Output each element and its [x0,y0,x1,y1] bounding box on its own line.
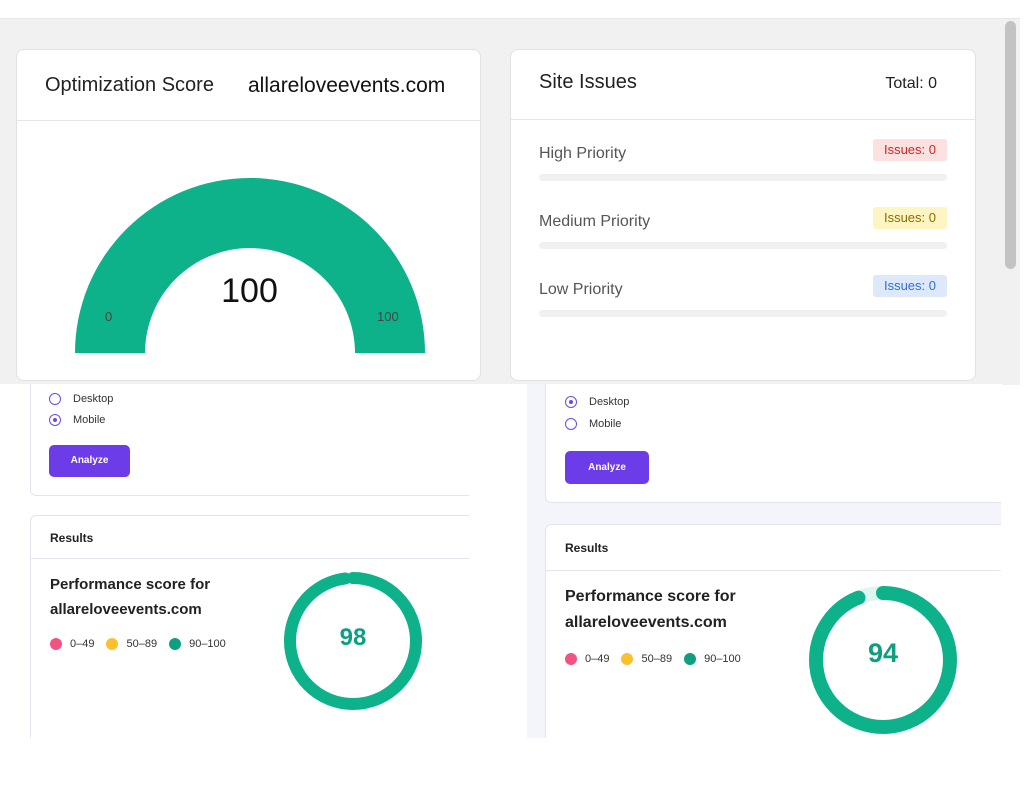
right-performance-text: Performance score for allareloveevents.c… [565,584,736,636]
legend-dot-red [50,638,62,650]
left-legend-item-0: 0–49 [50,638,94,650]
left-option-mobile-label: Mobile [73,414,106,426]
left-results-title: Results [50,531,94,545]
dashboard-top: Optimization Score allareloveevents.com … [0,18,1020,385]
left-legend-label-1: 50–89 [126,638,158,650]
optimization-title: Optimization Score [45,74,214,96]
right-option-mobile[interactable]: Mobile [565,418,621,430]
medium-priority-badge: Issues: 0 [872,207,947,229]
left-performance-domain: allareloveevents.com [50,601,202,618]
optimization-gauge [75,177,425,353]
optimization-score-value: 100 [221,272,278,310]
legend-dot-yellow [106,638,119,650]
left-performance-text: Performance score for allareloveevents.c… [50,572,210,622]
right-performance-line1: Performance score for [565,588,736,605]
right-legend: 0–49 50–89 90–100 [565,653,753,665]
right-legend-item-2: 90–100 [684,653,741,665]
gauge-max-label: 100 [377,309,399,324]
right-results-card: Results Performance score for allarelove… [545,524,1001,738]
left-results-card: Results Performance score for allarelove… [30,515,469,738]
site-issues-title: Site Issues [539,71,637,93]
gauge-min-label: 0 [105,309,113,324]
left-analyzer-panel: Desktop Mobile Analyze Results Performan… [14,384,469,738]
right-option-mobile-label: Mobile [589,418,622,430]
left-legend-item-2: 90–100 [169,638,226,650]
low-priority-label: Low Priority [539,281,623,298]
left-option-desktop[interactable]: Desktop [49,393,113,405]
right-results-title: Results [565,541,609,555]
right-analyze-button[interactable]: Analyze [565,451,649,484]
right-legend-label-2: 90–100 [704,653,741,665]
right-radio-mobile[interactable] [565,418,577,430]
optimization-domain: allareloveevents.com [248,74,446,97]
legend-dot-red [565,653,577,665]
gauge-fill [75,177,425,353]
left-legend-label-2: 90–100 [189,638,226,650]
site-issues-header: Site Issues Total: 0 [511,50,975,120]
high-priority-badge: Issues: 0 [872,139,947,161]
legend-dot-yellow [621,653,634,665]
optimization-card-header: Optimization Score allareloveevents.com [17,50,480,121]
left-option-desktop-label: Desktop [73,393,114,405]
right-legend-label-0: 0–49 [585,653,610,665]
right-performance-domain: allareloveevents.com [565,614,727,631]
medium-priority-bar [539,242,947,249]
left-legend-item-1: 50–89 [106,638,157,650]
left-option-mobile[interactable]: Mobile [49,414,105,426]
site-issues-card: Site Issues Total: 0 High Priority Issue… [510,49,976,381]
right-radio-desktop[interactable] [565,396,577,408]
right-legend-label-1: 50–89 [641,653,673,665]
right-option-desktop-label: Desktop [589,396,630,408]
left-score-value: 98 [339,624,367,651]
optimization-score-card: Optimization Score allareloveevents.com … [16,49,481,381]
left-performance-line1: Performance score for [50,576,211,593]
high-priority-label: High Priority [539,145,627,162]
right-legend-item-1: 50–89 [621,653,672,665]
left-legend-label-0: 0–49 [70,638,95,650]
high-priority-bar [539,174,947,181]
right-score-value: 94 [867,638,899,668]
right-results-divider [546,570,1001,571]
right-analyzer-panel: Desktop Mobile Analyze Results Performan… [527,384,1001,738]
site-issues-total: Total: 0 [885,75,937,92]
left-analyze-button[interactable]: Analyze [49,445,130,477]
left-results-divider [31,558,469,559]
low-priority-badge: Issues: 0 [872,275,947,297]
medium-priority-label: Medium Priority [539,213,651,230]
low-priority-bar [539,310,947,317]
right-option-desktop[interactable]: Desktop [565,396,629,408]
right-legend-item-0: 0–49 [565,653,609,665]
left-legend: 0–49 50–89 90–100 [50,638,238,650]
scrollbar-thumb[interactable] [1005,21,1016,269]
left-radio-mobile[interactable] [49,414,61,426]
legend-dot-green [169,638,182,650]
left-radio-desktop[interactable] [49,393,61,405]
legend-dot-green [684,653,697,665]
